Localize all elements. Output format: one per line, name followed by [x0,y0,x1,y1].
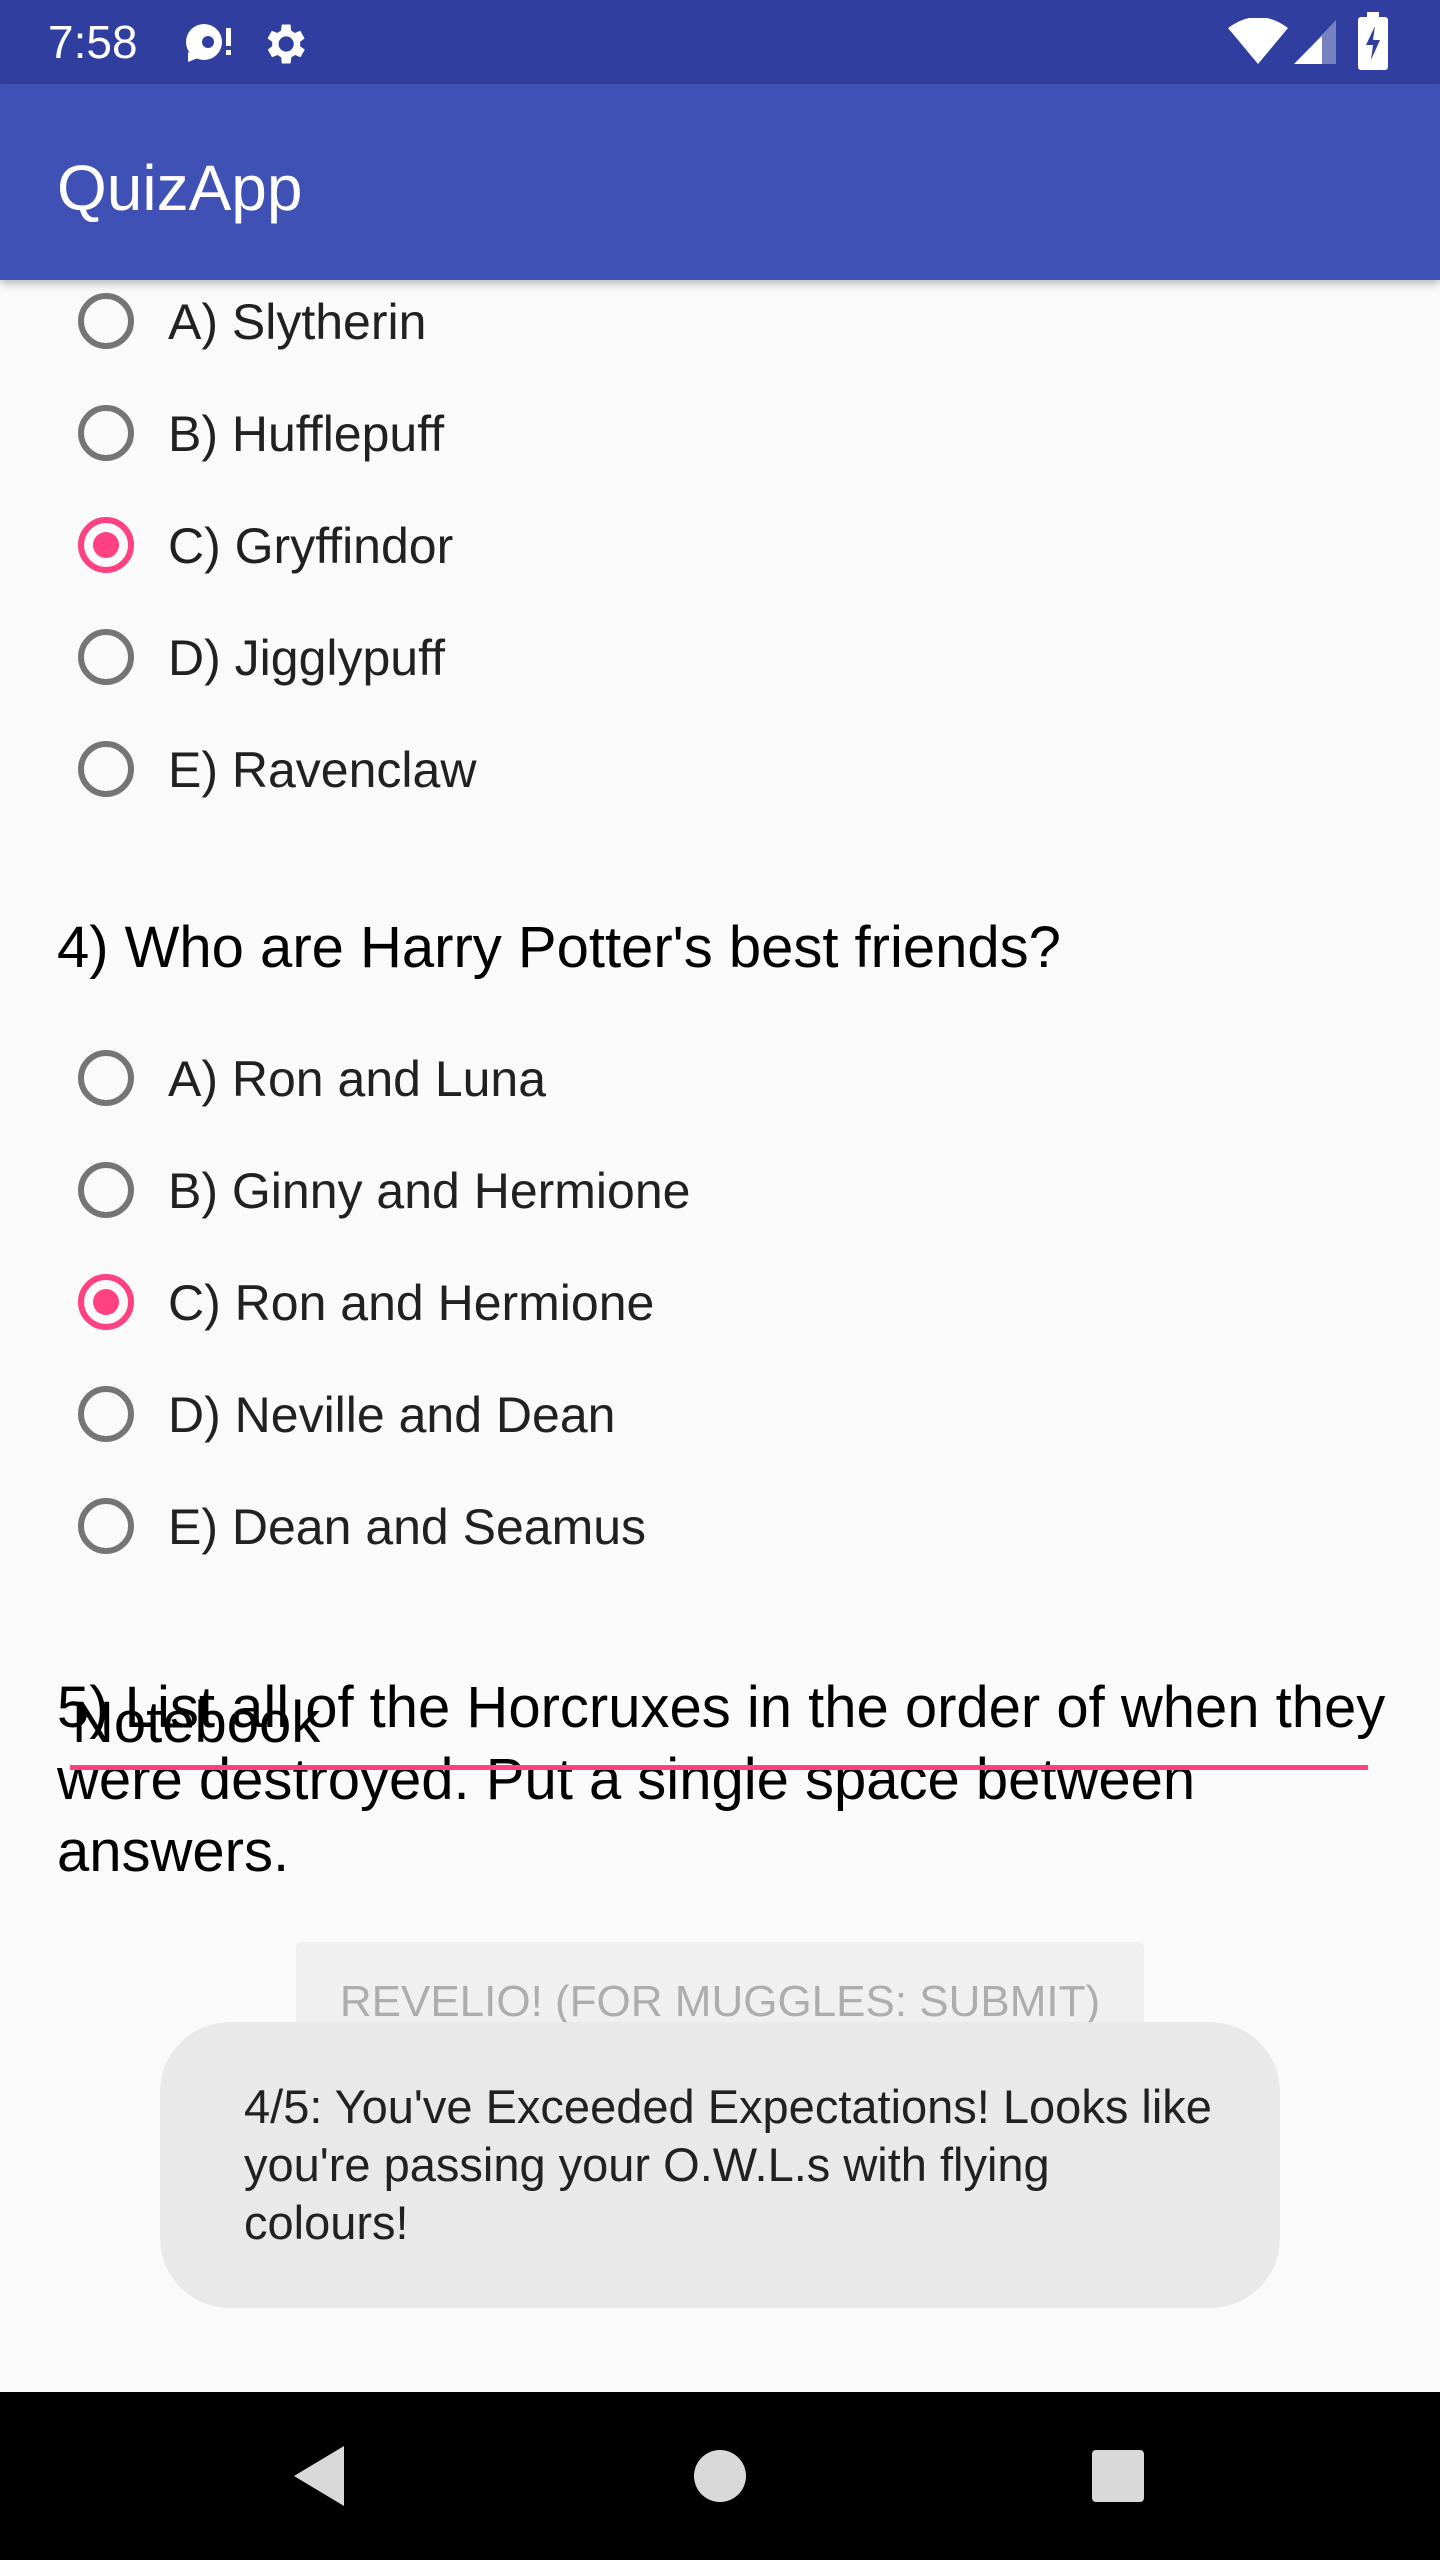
option-label: D) Neville and Dean [168,1387,616,1443]
battery-icon [1358,12,1388,75]
q4-option-c[interactable]: C) Ron and Hermione [72,1258,1272,1358]
q3-option-c[interactable]: C) Gryffindor [72,501,1272,601]
cell-signal-icon [1292,18,1338,71]
radio-button[interactable] [78,293,134,349]
radio-button[interactable] [78,741,134,797]
radio-button[interactable] [78,629,134,685]
option-label: D) Jigglypuff [168,630,445,686]
q4-option-a[interactable]: A) Ron and Luna [72,1034,1272,1134]
option-label: C) Ron and Hermione [168,1275,655,1331]
radio-button-checked[interactable] [78,1274,134,1330]
back-icon[interactable] [280,2436,360,2516]
q3-option-d[interactable]: D) Jigglypuff [72,613,1272,713]
option-label: A) Ron and Luna [168,1051,547,1107]
q4-option-d[interactable]: D) Neville and Dean [72,1370,1272,1470]
question-4-text: 4) Who are Harry Potter's best friends? [57,915,1061,980]
option-label: E) Dean and Seamus [168,1499,647,1555]
q3-option-a[interactable]: A) Slytherin [72,280,1272,377]
app-bar: QuizApp [0,84,1440,280]
q4-option-e[interactable]: E) Dean and Seamus [72,1482,1272,1582]
radio-button[interactable] [78,405,134,461]
app-title: QuizApp [57,152,303,224]
radio-button[interactable] [78,1162,134,1218]
radio-button-checked[interactable] [78,517,134,573]
option-label: E) Ravenclaw [168,742,477,798]
option-label: B) Hufflepuff [168,406,445,462]
wifi-icon [1228,17,1288,71]
radio-button[interactable] [78,1498,134,1554]
navigation-bar [0,2392,1440,2560]
radio-button[interactable] [78,1386,134,1442]
horcrux-answer-field[interactable] [70,1680,1368,1770]
settings-icon [258,18,310,75]
q4-option-b[interactable]: B) Ginny and Hermione [72,1146,1272,1246]
option-label: C) Gryffindor [168,518,454,574]
status-bar: 7:58 [0,0,1440,84]
q3-option-e[interactable]: E) Ravenclaw [72,725,1272,825]
score-toast: 4/5: You've Exceeded Expectations! Looks… [160,2022,1280,2308]
radio-button[interactable] [78,1050,134,1106]
option-label: A) Slytherin [168,294,427,350]
option-label: B) Ginny and Hermione [168,1163,691,1219]
q3-option-b[interactable]: B) Hufflepuff [72,389,1272,489]
debug-icon [182,18,234,71]
status-time: 7:58 [48,16,138,68]
recents-icon[interactable] [1078,2436,1158,2516]
toast-message: 4/5: You've Exceeded Expectations! Looks… [244,2080,1212,2249]
home-icon[interactable] [680,2436,760,2516]
